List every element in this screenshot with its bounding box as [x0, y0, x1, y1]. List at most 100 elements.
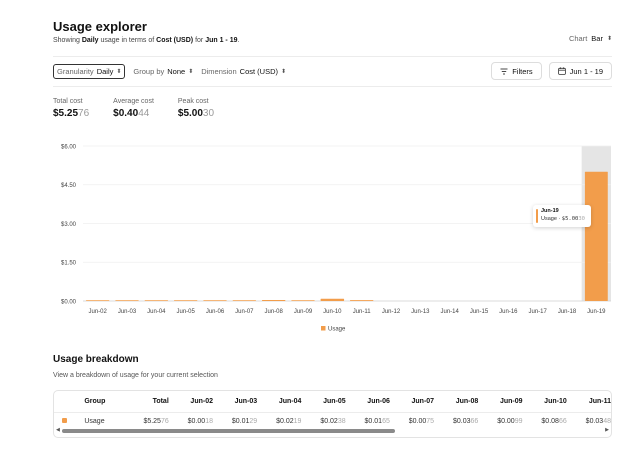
stats-row: Total cost $5.2576 Average cost $0.4044 …	[53, 98, 214, 119]
x-tick-label: Jun-08	[264, 309, 283, 315]
granularity-label: Granularity	[57, 67, 94, 76]
breakdown-title: Usage breakdown	[53, 354, 139, 365]
dimension-select[interactable]: Dimension Cost (USD) ⬍	[201, 67, 286, 76]
column-header: Jun-02	[190, 397, 213, 405]
cell-main: $0.00	[497, 417, 515, 425]
chart-type-label: Chart	[568, 34, 588, 43]
stat-peak-cost: Peak cost $5.0030	[178, 98, 214, 119]
filters-button[interactable]: Filters	[491, 62, 542, 80]
subtitle-mid: usage in terms of	[100, 37, 155, 44]
cell-main: $0.02	[276, 417, 294, 425]
cell-main: $0.03	[452, 417, 471, 425]
stat-average-cost: Average cost $0.4044	[113, 98, 154, 119]
cell-dim: 75	[426, 417, 435, 425]
swatch-column-header	[54, 391, 84, 412]
table-cell: $0.0075	[389, 411, 435, 430]
updown-chevron-icon: ⬍	[188, 68, 194, 75]
page-subtitle: Showing Daily usage in terms of Cost (US…	[53, 37, 239, 44]
divider-controls	[53, 86, 612, 87]
table-cell: $0.0366	[434, 411, 479, 430]
cell-dim: 65	[382, 417, 390, 425]
stat-value-dim: 30	[202, 108, 215, 119]
bar	[320, 298, 345, 301]
column-header: Jun-04	[278, 397, 302, 405]
table-cell: $0.0129	[212, 411, 258, 430]
filter-icon	[500, 68, 508, 74]
stat-value-main: $0.40	[113, 108, 139, 119]
group-by-label: Group by	[133, 67, 165, 76]
scrollbar-thumb[interactable]	[62, 429, 395, 433]
stat-label: Peak cost	[177, 98, 209, 105]
updown-chevron-icon: ⬍	[281, 68, 287, 75]
bar	[261, 300, 286, 301]
scroll-right-arrow-icon[interactable]: ▶	[605, 427, 609, 433]
subtitle-dimension: Cost (USD)	[156, 37, 194, 44]
stat-value: $0.4044	[113, 108, 154, 119]
y-tick-label: $4.50	[61, 183, 77, 189]
x-tick-label: Jun-16	[499, 309, 518, 315]
x-tick-label: Jun-04	[147, 309, 166, 315]
chart-type-select[interactable]: Chart Bar ⬍	[569, 34, 612, 43]
stat-value-main: $5.00	[177, 108, 203, 119]
table-cell: $5.2576	[128, 411, 169, 430]
table-cell: $0.0238	[301, 411, 346, 430]
bar	[584, 171, 608, 301]
x-tick-label: Jun-13	[411, 309, 430, 315]
dimension-label: Dimension	[201, 67, 237, 76]
chart-type-value: Bar	[591, 34, 603, 43]
subtitle-granularity: Daily	[81, 37, 99, 44]
table-cell: $0.0099	[478, 411, 523, 430]
x-tick-label: Jun-11	[353, 309, 372, 315]
cell-main: $0.03	[585, 417, 604, 425]
date-range-button[interactable]: Jun 1 - 19	[548, 62, 612, 80]
cell-dim: 48	[603, 417, 611, 425]
subtitle-end: .	[237, 37, 240, 44]
stat-value-main: $5.25	[53, 108, 79, 119]
x-tick-label: Jun-17	[528, 309, 547, 315]
table-cell: $0.0018	[168, 411, 213, 430]
stat-value: $5.0030	[178, 108, 214, 119]
row-group-cell: Usage	[84, 411, 129, 430]
x-tick-label: Jun-14	[440, 309, 459, 315]
dimension-value: Cost (USD)	[239, 67, 278, 76]
x-tick-label: Jun-07	[235, 309, 254, 315]
updown-chevron-icon: ⬍	[606, 35, 612, 42]
x-tick-label: Jun-10	[323, 309, 342, 315]
tooltip-date: Jun-19	[541, 208, 559, 214]
cell-main: $0.01	[364, 417, 383, 425]
cell-main: $0.02	[320, 417, 338, 425]
table-cell: $0.0219	[257, 411, 302, 430]
cell-main: $0.01	[231, 417, 250, 425]
updown-chevron-icon: ⬍	[116, 68, 122, 75]
horizontal-scrollbar[interactable]: ◀ ▶	[56, 427, 609, 434]
column-header: Jun-09	[499, 397, 523, 405]
tooltip-label: Usage	[541, 216, 557, 222]
column-header: Jun-08	[455, 397, 479, 405]
scroll-left-arrow-icon[interactable]: ◀	[56, 427, 60, 433]
y-tick-label: $6.00	[61, 144, 77, 150]
granularity-select[interactable]: Granularity Daily ⬍	[53, 64, 126, 79]
breakdown-table-container[interactable]: Group Total Jun-02 Jun-03 Jun-04 Jun-05 …	[53, 390, 612, 438]
toolbar-buttons: Filters Jun 1 - 19	[491, 62, 612, 80]
column-header: Jun-05	[323, 397, 346, 405]
group-by-select[interactable]: Group by None ⬍	[133, 67, 193, 76]
x-tick-label: Jun-06	[206, 309, 225, 315]
calendar-icon	[557, 67, 566, 75]
table-header-row: Group Total Jun-02 Jun-03 Jun-04 Jun-05 …	[54, 391, 611, 412]
cell-dim: 66	[470, 417, 479, 425]
usage-bar-chart: $0.00 $1.50 $3.00 $4.50 $6.00 Jun-02 Jun-03 Jun…	[61, 144, 611, 332]
x-tick-label: Jun-05	[176, 309, 195, 315]
legend-label: Usage	[328, 326, 346, 332]
column-header: Jun-07	[411, 397, 435, 405]
cell-main: $0.08	[541, 417, 559, 425]
cell-main: $0.00	[408, 417, 427, 425]
tooltip-value: $5.0030	[562, 216, 585, 222]
column-header: Jun-10	[544, 397, 567, 405]
granularity-value: Daily	[96, 67, 114, 76]
cell-dim: 19	[293, 417, 302, 425]
breakdown-table: Group Total Jun-02 Jun-03 Jun-04 Jun-05 …	[54, 391, 611, 430]
table-cell: $0.0165	[345, 411, 390, 430]
cell-dim: 18	[205, 417, 213, 425]
table-row: Usage $5.2576 $0.0018 $0.0129 $0.0219 $0…	[54, 411, 611, 430]
cell-main: $5.25	[143, 417, 161, 425]
